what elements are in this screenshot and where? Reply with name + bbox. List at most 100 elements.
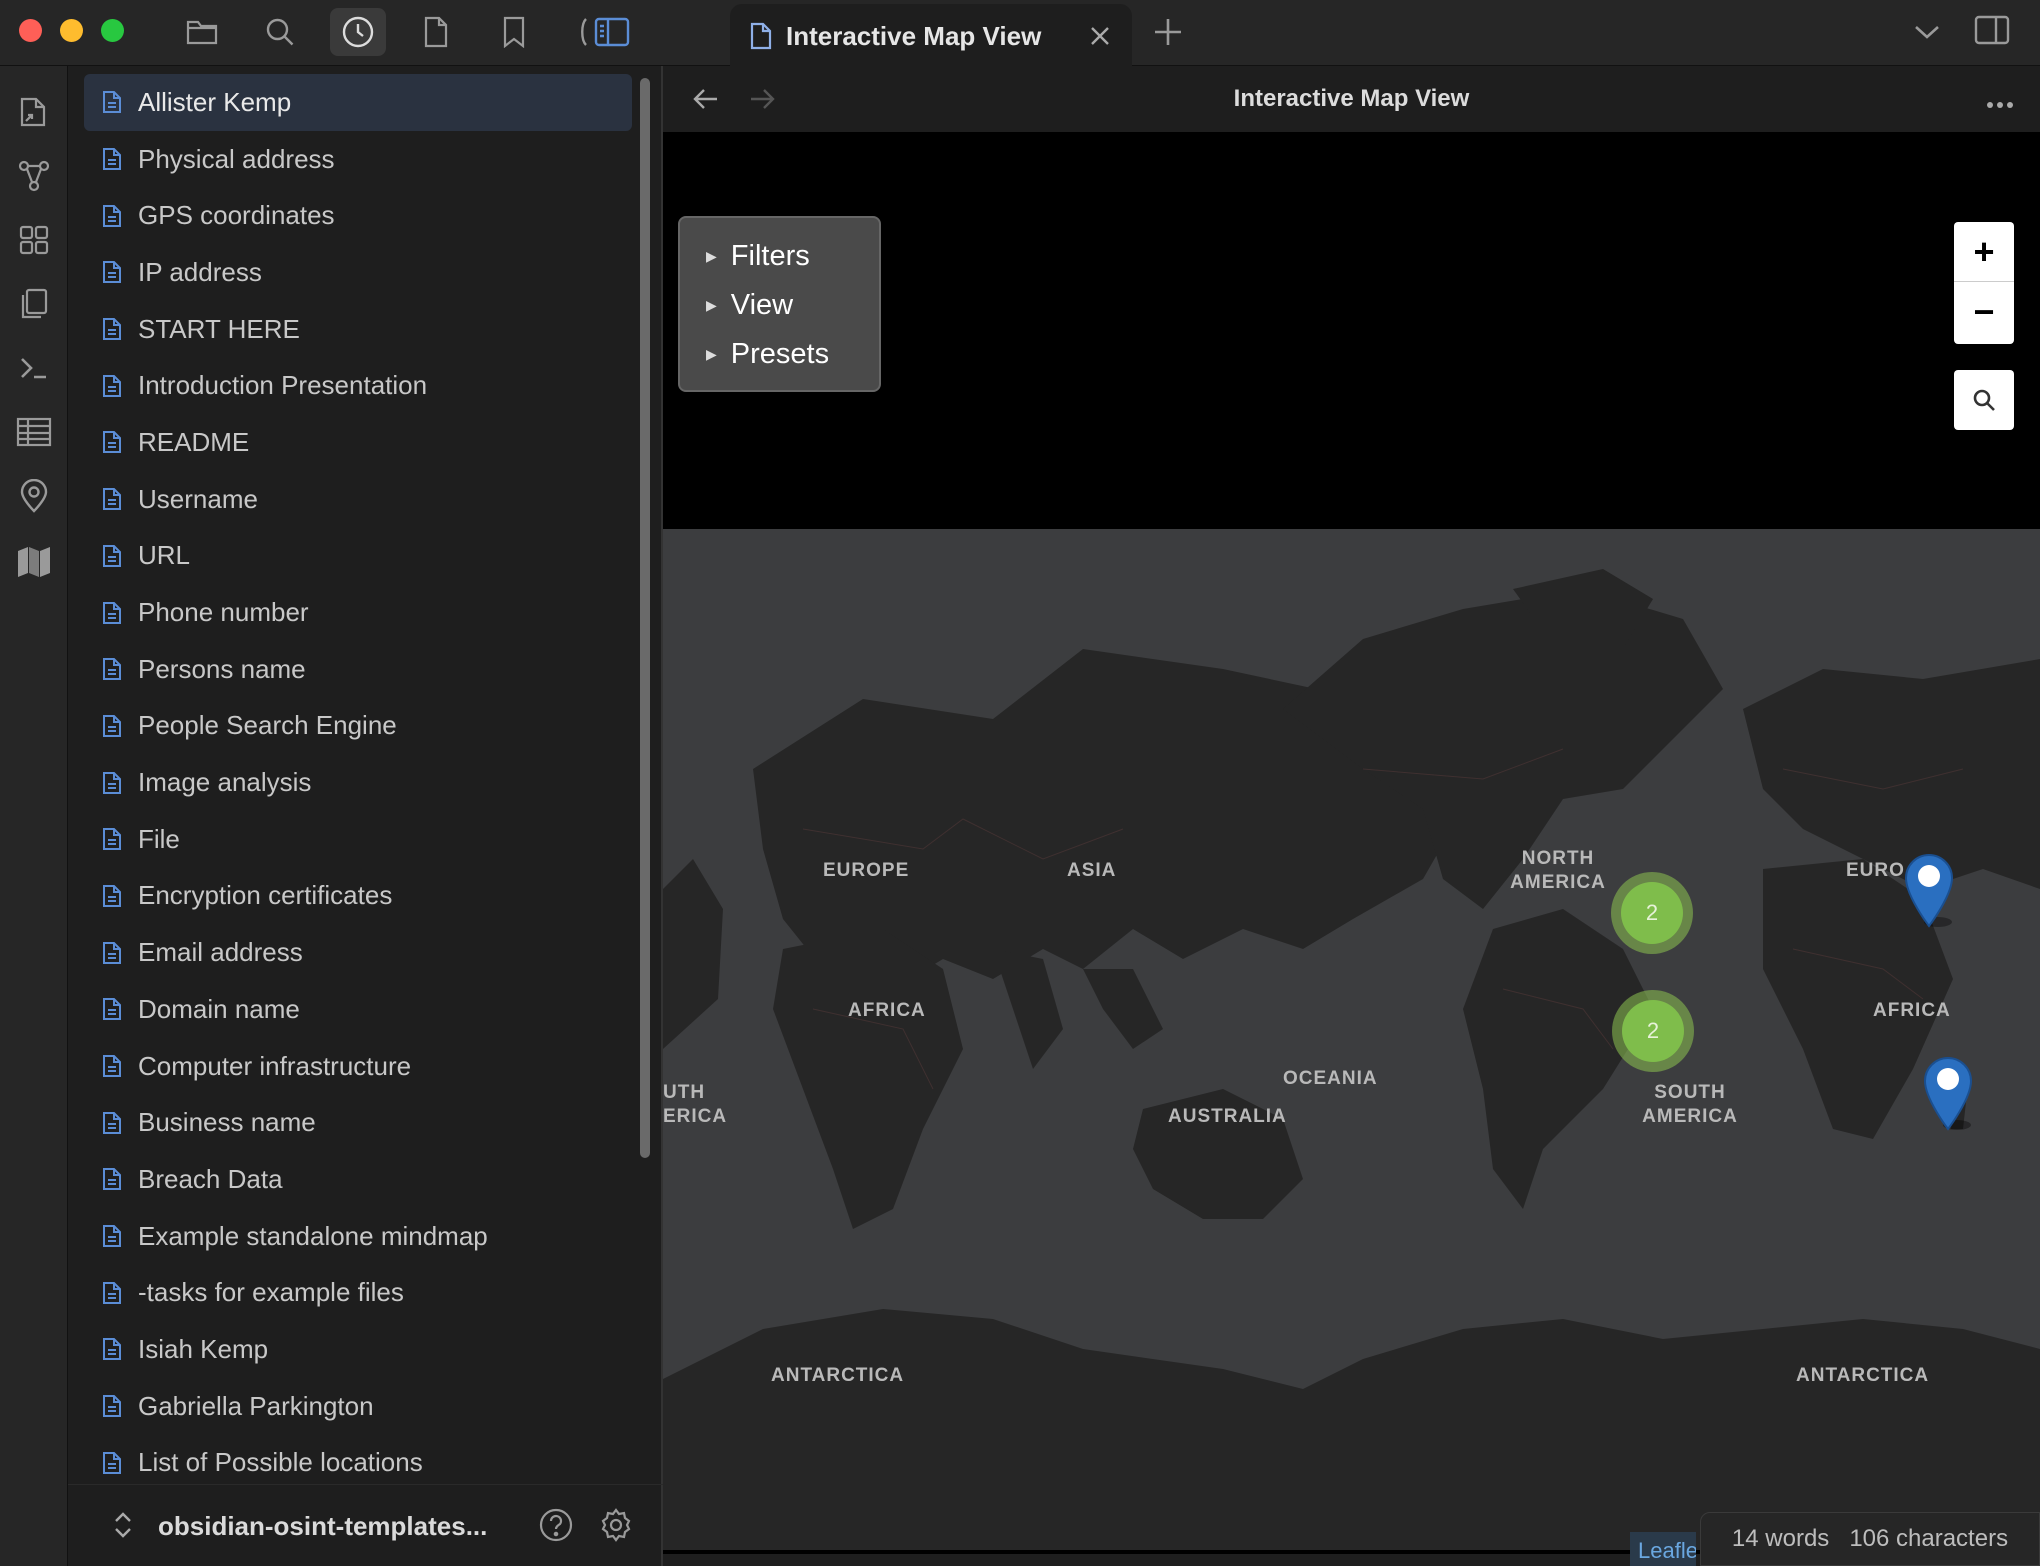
view-toggle[interactable]: ▶ View xyxy=(680,281,879,330)
view-title: Interactive Map View xyxy=(1233,85,1470,112)
file-list-item[interactable]: Introduction Presentation xyxy=(84,357,632,414)
settings-gear-icon[interactable] xyxy=(598,1507,634,1548)
map-icon[interactable] xyxy=(14,540,54,580)
file-list-item[interactable]: Physical address xyxy=(84,131,632,188)
vault-switcher: obsidian-osint-templates... xyxy=(68,1484,663,1566)
world-map-land-shapes xyxy=(663,569,2040,1550)
sidebar-toggle-icon[interactable] xyxy=(564,8,640,56)
presets-toggle[interactable]: ▶ Presets xyxy=(680,330,879,379)
command-palette-icon[interactable] xyxy=(14,348,54,388)
file-icon xyxy=(103,658,121,681)
graph-view-icon[interactable] xyxy=(14,156,54,196)
leaflet-attribution-link[interactable]: Leaflet xyxy=(1630,1532,1696,1566)
close-window-button[interactable] xyxy=(19,19,42,42)
map-label-north-america: NORTH AMERICA xyxy=(1510,848,1606,893)
map-marker-pin-icon[interactable] xyxy=(1902,852,1956,928)
file-list-item[interactable]: Email address xyxy=(84,924,632,981)
file-icon xyxy=(103,374,121,397)
file-list: Allister Kemp Physical address GPS coordin… xyxy=(84,74,632,1484)
file-list-item[interactable]: -tasks for example files xyxy=(84,1264,632,1321)
map-pin-icon[interactable] xyxy=(14,476,54,516)
file-name: Physical address xyxy=(138,143,335,174)
file-name: URL xyxy=(138,540,191,571)
file-list-item[interactable]: Gabriella Parkington xyxy=(84,1378,632,1435)
map-view-pane: Interactive Map View EUROPE ASIA NORTH A… xyxy=(663,66,2040,1566)
recent-files-icon[interactable] xyxy=(330,8,386,56)
file-icon xyxy=(103,1111,121,1134)
tab-list-chevron-icon[interactable] xyxy=(1912,22,1942,47)
tab-title: Interactive Map View xyxy=(786,20,1042,51)
file-icon xyxy=(103,1168,121,1191)
search-icon[interactable] xyxy=(252,8,308,56)
file-explorer: Allister Kemp Physical address GPS coordin… xyxy=(68,66,663,1566)
forward-arrow-icon[interactable] xyxy=(749,86,775,117)
file-list-item[interactable]: IP address xyxy=(84,244,632,301)
map-search-button[interactable] xyxy=(1954,370,2014,430)
marker-cluster[interactable]: 2 xyxy=(1612,990,1694,1072)
folder-icon[interactable] xyxy=(174,8,230,56)
minimize-window-button[interactable] xyxy=(60,19,83,42)
file-list-item[interactable]: Phone number xyxy=(84,584,632,641)
file-list-item[interactable]: List of Possible locations xyxy=(84,1435,632,1485)
file-list-item[interactable]: URL xyxy=(84,528,632,585)
file-icon xyxy=(103,1055,121,1078)
file-name: Example standalone mindmap xyxy=(138,1220,488,1251)
tab-interactive-map-view[interactable]: Interactive Map View xyxy=(730,4,1132,68)
file-list-item[interactable]: START HERE xyxy=(84,301,632,358)
file-name: Introduction Presentation xyxy=(138,370,428,401)
map-label-south-america-left: UTH ERICA xyxy=(663,1082,728,1127)
file-list-item[interactable]: File xyxy=(84,811,632,868)
close-tab-icon[interactable] xyxy=(1088,24,1112,53)
canvas-icon[interactable] xyxy=(14,220,54,260)
open-quick-switcher-icon[interactable] xyxy=(14,92,54,132)
right-sidebar-toggle-icon[interactable] xyxy=(1974,14,2010,51)
file-icon xyxy=(103,488,121,511)
file-list-item[interactable]: Username xyxy=(84,471,632,528)
zoom-control: + − xyxy=(1954,222,2014,344)
help-icon[interactable] xyxy=(538,1507,574,1548)
new-tab-icon[interactable] xyxy=(1150,14,1186,55)
file-icon[interactable] xyxy=(408,8,464,56)
templates-icon[interactable] xyxy=(14,284,54,324)
back-arrow-icon[interactable] xyxy=(693,86,719,117)
file-list-item[interactable]: Image analysis xyxy=(84,754,632,811)
expand-triangle-icon: ▶ xyxy=(706,297,717,313)
world-map-tiles[interactable]: EUROPE ASIA NORTH AMERICA AFRICA OCEANIA … xyxy=(663,529,2040,1550)
file-list-item[interactable]: Persons name xyxy=(84,641,632,698)
file-list-item[interactable]: Domain name xyxy=(84,981,632,1038)
file-list-item[interactable]: Allister Kemp xyxy=(84,74,632,131)
scrollbar-thumb[interactable] xyxy=(640,78,650,1158)
file-icon xyxy=(103,261,121,284)
map-canvas[interactable]: EUROPE ASIA NORTH AMERICA AFRICA OCEANIA … xyxy=(663,132,2040,1554)
filters-toggle[interactable]: ▶ Filters xyxy=(680,232,879,281)
vault-switch-chevron-icon[interactable] xyxy=(112,1511,134,1544)
file-name: GPS coordinates xyxy=(138,200,335,231)
map-marker-pin-icon[interactable] xyxy=(1921,1055,1975,1131)
file-name: Gabriella Parkington xyxy=(138,1390,374,1421)
table-icon[interactable] xyxy=(14,412,54,452)
file-name: Computer infrastructure xyxy=(138,1050,412,1081)
vault-name[interactable]: obsidian-osint-templates... xyxy=(158,1511,487,1542)
file-list-item[interactable]: GPS coordinates xyxy=(84,187,632,244)
more-options-icon[interactable] xyxy=(1986,96,2014,114)
marker-cluster[interactable]: 2 xyxy=(1611,872,1693,954)
file-icon xyxy=(103,148,121,171)
file-list-item[interactable]: Computer infrastructure xyxy=(84,1038,632,1095)
file-list-item[interactable]: Example standalone mindmap xyxy=(84,1208,632,1265)
file-name: README xyxy=(138,426,250,457)
file-list-item[interactable]: README xyxy=(84,414,632,471)
file-icon xyxy=(103,828,121,851)
file-list-item[interactable]: Encryption certificates xyxy=(84,868,632,925)
presets-label: Presets xyxy=(730,338,830,370)
maximize-window-button[interactable] xyxy=(101,19,124,42)
file-name: People Search Engine xyxy=(138,710,397,741)
zoom-out-button[interactable]: − xyxy=(1954,282,2014,342)
zoom-in-button[interactable]: + xyxy=(1954,222,2014,282)
word-count: 14 words xyxy=(1731,1525,1830,1552)
bookmark-icon[interactable] xyxy=(486,8,542,56)
cluster-count: 2 xyxy=(1621,882,1683,944)
file-list-item[interactable]: Isiah Kemp xyxy=(84,1321,632,1378)
file-list-item[interactable]: People Search Engine xyxy=(84,698,632,755)
file-list-item[interactable]: Business name xyxy=(84,1094,632,1151)
file-list-item[interactable]: Breach Data xyxy=(84,1151,632,1208)
